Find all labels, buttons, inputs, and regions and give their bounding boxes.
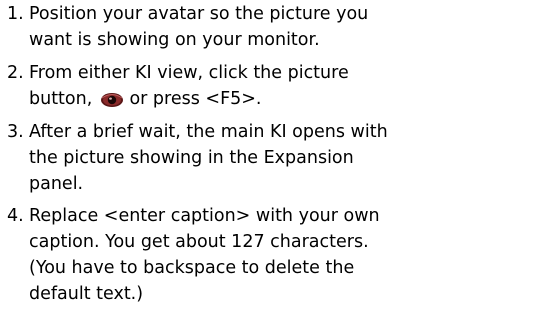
step-line: want is showing on your monitor. <box>29 30 320 50</box>
step-line: default text.) <box>29 284 144 304</box>
step-line-segment: or press <F5>. <box>129 89 262 109</box>
step-line: the picture showing in the Expansion <box>29 148 354 168</box>
eye-icon <box>100 93 123 107</box>
step-line: caption. You get about 127 characters. <box>29 232 369 252</box>
step-number: 3. <box>7 122 24 142</box>
step-number: 1. <box>7 4 24 24</box>
step-line: panel. <box>29 174 84 194</box>
step-text: Position your avatar so the picture you … <box>29 1 549 53</box>
step-number: 2. <box>7 63 24 83</box>
step-line: From either KI view, click the picture <box>29 63 349 83</box>
instruction-list: 1. Position your avatar so the picture y… <box>0 0 552 335</box>
step-line: (You have to backspace to delete the <box>29 258 355 278</box>
step-text: From either KI view, click the picture b… <box>29 60 549 112</box>
step-text: After a brief wait, the main KI opens wi… <box>29 119 549 197</box>
step-line: After a brief wait, the main KI opens wi… <box>29 122 388 142</box>
step-number: 4. <box>7 206 24 226</box>
step-text: Replace <enter caption> with your own ca… <box>29 203 549 307</box>
step-line-segment: button, <box>29 89 93 109</box>
step-line: Position your avatar so the picture you <box>29 4 369 24</box>
step-line: Replace <enter caption> with your own <box>29 206 380 226</box>
step-line-with-icon: button, or press <F5>. <box>29 86 549 112</box>
